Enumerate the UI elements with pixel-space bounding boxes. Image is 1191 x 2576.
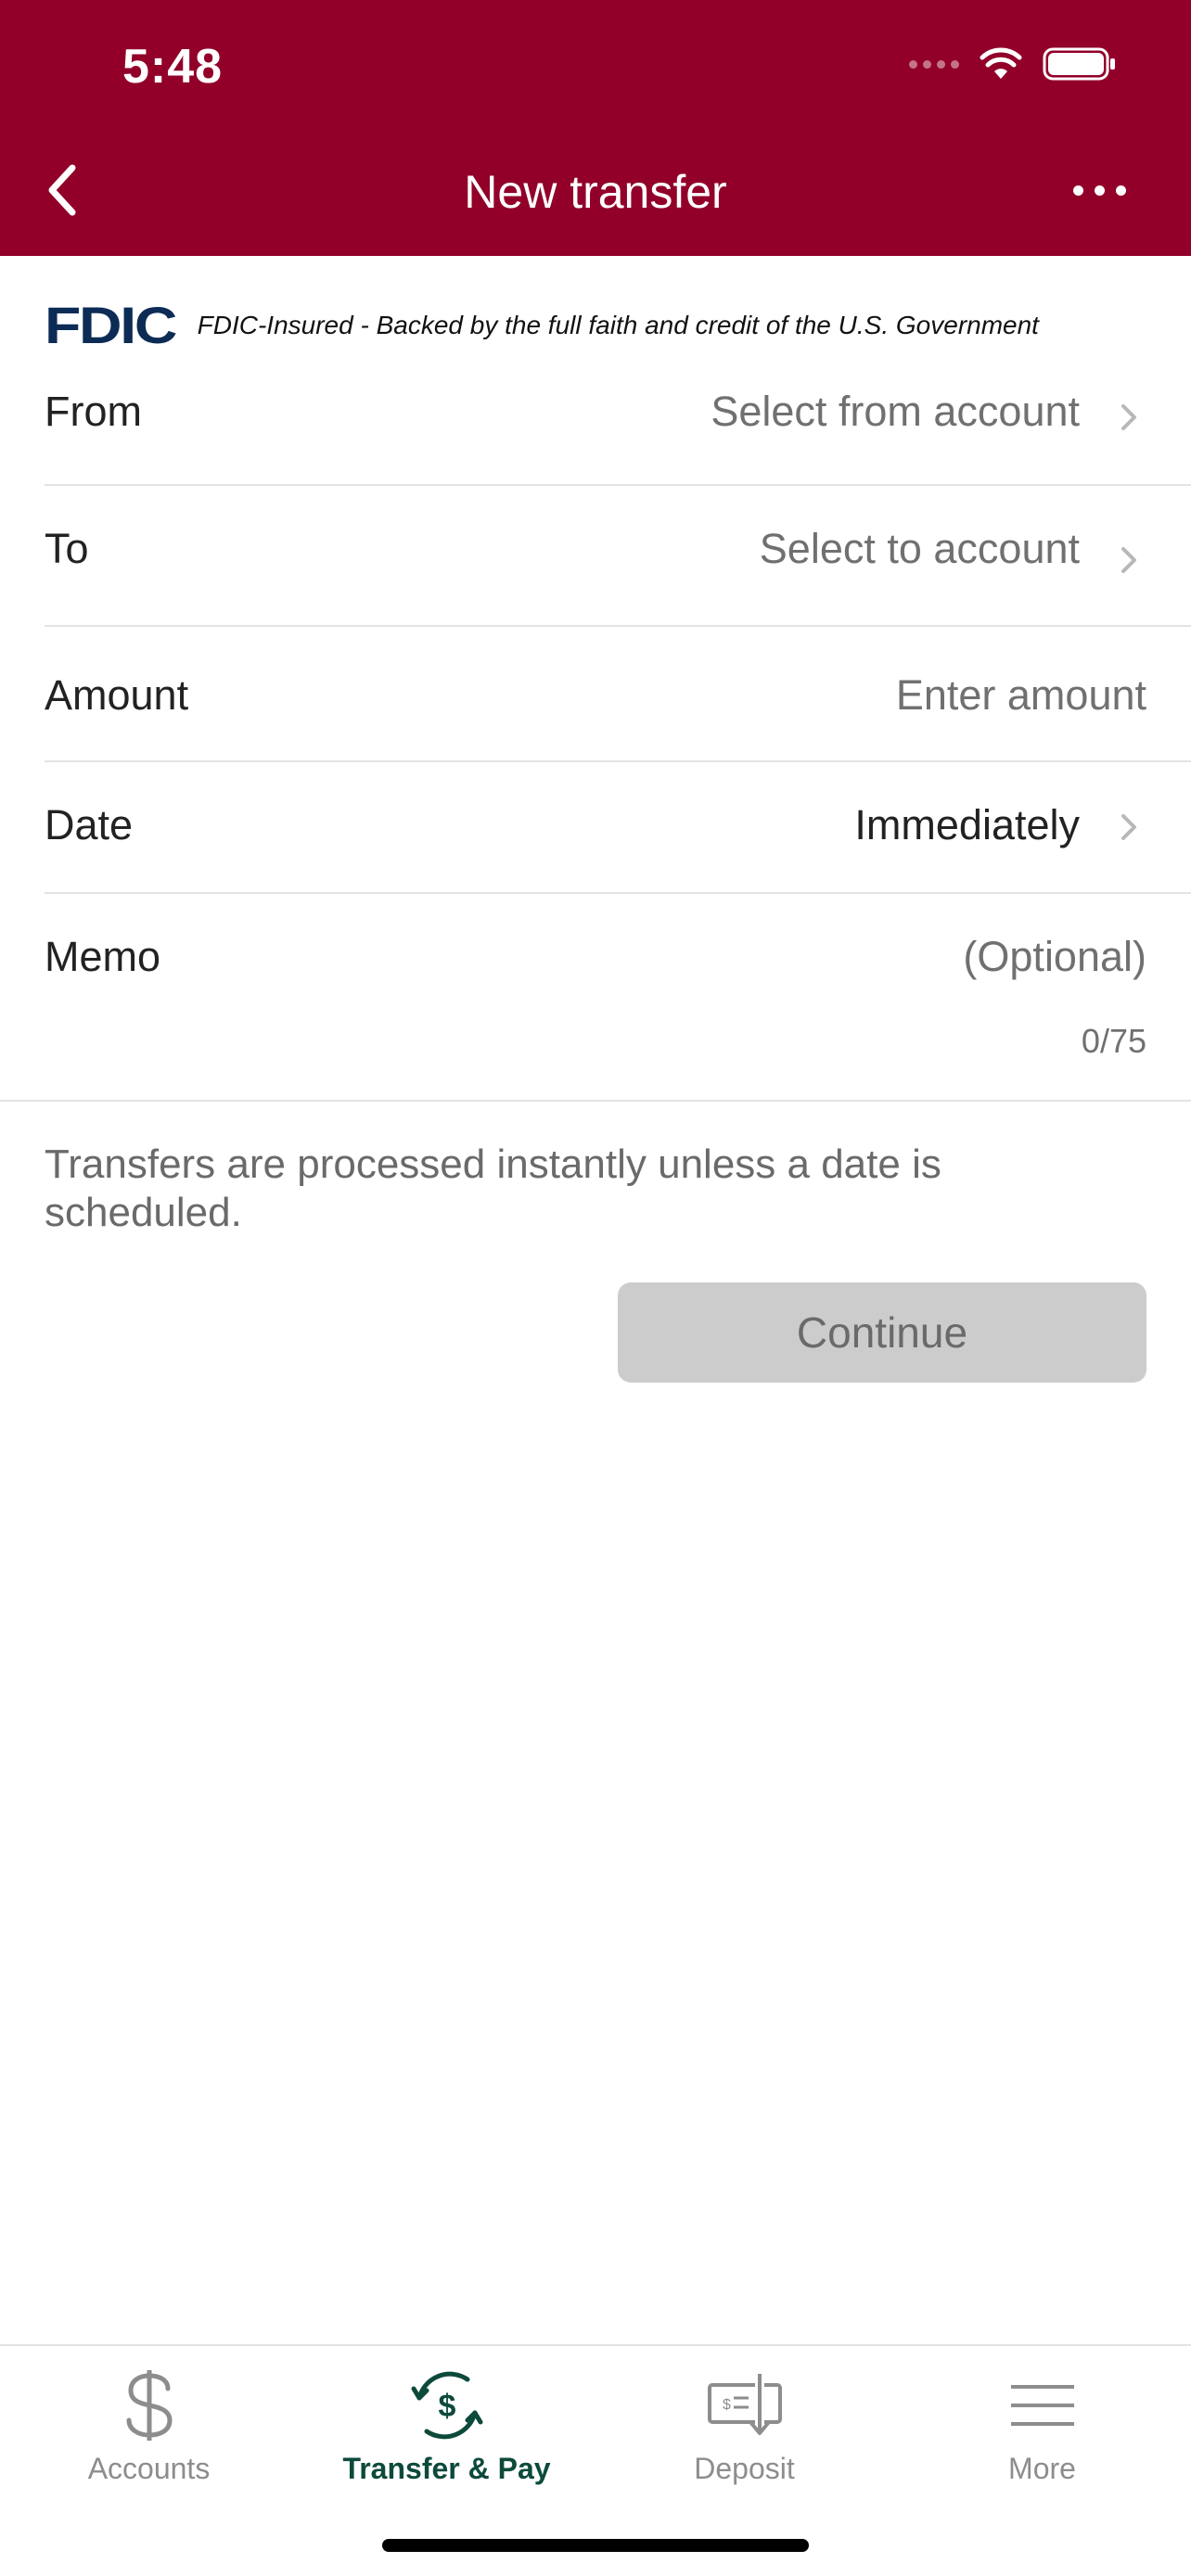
status-time: 5:48 <box>122 40 224 94</box>
from-account-value: Select from account <box>711 388 1080 435</box>
cellular-signal-icon <box>909 59 959 69</box>
home-indicator <box>382 2539 809 2552</box>
from-label: From <box>45 388 142 435</box>
section-divider <box>0 1100 1191 1102</box>
page-title: New transfer <box>464 166 727 218</box>
transfer-info-text: Transfers are processed instantly unless… <box>45 1141 941 1235</box>
chevron-right-icon <box>1121 547 1136 573</box>
fdic-logo: FDIC <box>45 296 177 354</box>
more-options-button[interactable] <box>1073 176 1126 204</box>
transfer-dollar-icon: $ <box>411 2371 482 2440</box>
date-row[interactable]: Date Immediately <box>45 762 1191 894</box>
chevron-right-icon <box>1121 404 1136 430</box>
memo-row[interactable]: Memo (Optional) 0/75 <box>45 894 1191 1100</box>
amount-input[interactable]: Enter amount <box>896 671 1146 720</box>
continue-button[interactable]: Continue <box>618 1282 1146 1383</box>
memo-input[interactable]: (Optional) <box>963 933 1146 981</box>
tab-label: Accounts <box>87 2452 211 2485</box>
tab-label: Transfer & Pay <box>342 2452 551 2485</box>
to-label: To <box>45 525 89 572</box>
fdic-text: FDIC-Insured - Backed by the full faith … <box>197 310 1039 339</box>
date-label: Date <box>45 801 134 848</box>
svg-text:$: $ <box>723 2397 731 2413</box>
chevron-right-icon <box>1121 814 1136 840</box>
to-account-value: Select to account <box>759 525 1080 572</box>
tab-accounts[interactable]: Accounts <box>0 2346 298 2513</box>
dot-icon <box>1116 185 1126 196</box>
tab-more[interactable]: More <box>893 2346 1191 2513</box>
tab-transfer-pay[interactable]: $ Transfer & Pay <box>298 2346 596 2513</box>
fdic-banner: FDIC FDIC-Insured - Backed by the full f… <box>45 295 1039 355</box>
tab-deposit[interactable]: $ Deposit <box>596 2346 893 2513</box>
battery-icon <box>1043 47 1115 81</box>
tab-label: Deposit <box>694 2452 795 2485</box>
wifi-icon <box>980 47 1022 79</box>
memo-character-count: 0/75 <box>1081 1022 1146 1060</box>
from-account-row[interactable]: From Select from account <box>45 356 1191 486</box>
to-account-row[interactable]: To Select to account <box>45 486 1191 627</box>
memo-label: Memo <box>45 933 161 980</box>
tab-label: More <box>1008 2452 1076 2485</box>
check-deposit-icon: $ <box>707 2374 782 2435</box>
dot-icon <box>1073 185 1083 196</box>
app-header: 5:48 New transfer <box>0 0 1191 256</box>
date-value: Immediately <box>854 801 1080 848</box>
dot-icon <box>1095 185 1105 196</box>
svg-text:$: $ <box>438 2389 455 2424</box>
amount-row[interactable]: Amount Enter amount <box>45 627 1191 762</box>
amount-label: Amount <box>45 671 189 719</box>
hamburger-icon <box>1010 2385 1074 2426</box>
dollar-icon <box>126 2370 173 2441</box>
status-indicators <box>909 46 1117 82</box>
